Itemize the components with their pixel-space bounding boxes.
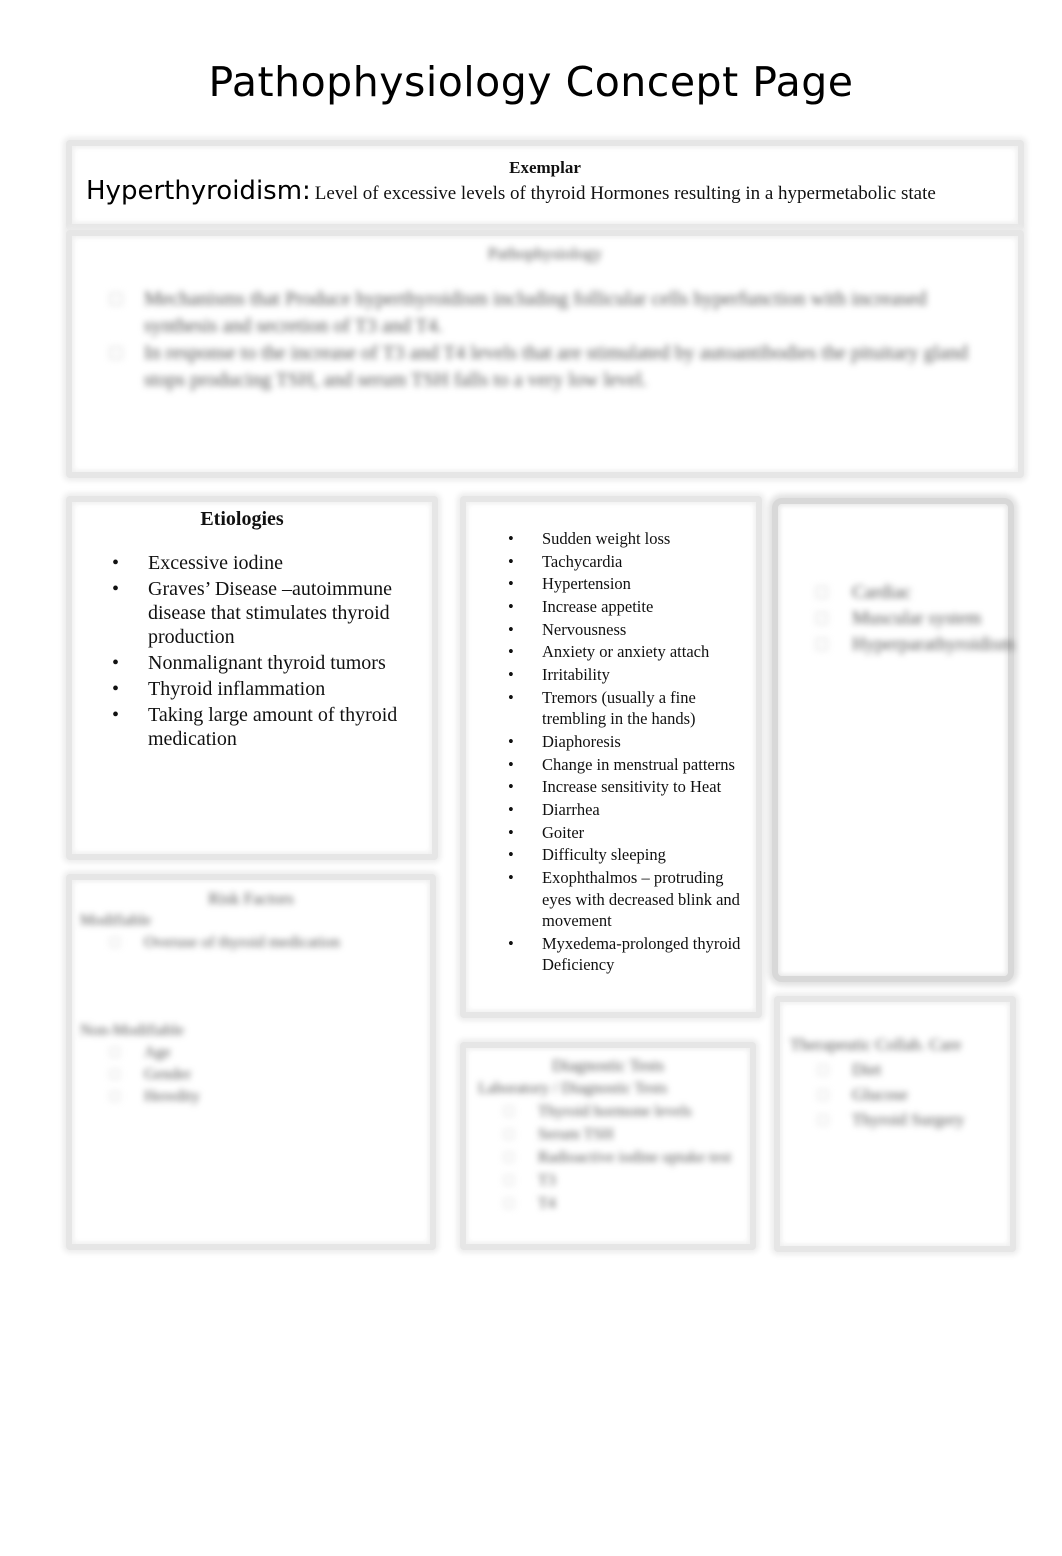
list-item: Hyperparathyroidism	[778, 632, 1015, 658]
list-item: Irritability	[466, 664, 746, 686]
pathophysiology-list: Mechanisms that Produce hyperthyroidism …	[72, 286, 1018, 394]
list-item: Thyroid Surgery	[780, 1107, 1010, 1132]
list-item: Nonmalignant thyroid tumors	[72, 651, 418, 675]
list-item: Sudden weight loss	[466, 528, 746, 550]
list-item: Goiter	[466, 822, 746, 844]
list-item: Diet	[780, 1057, 1010, 1082]
therapeutics-content: Therapeutic Collab. Care Diet Glucose Th…	[780, 1032, 1010, 1132]
complications-box: Cardiac Muscular system Hyperparathyroid…	[772, 498, 1015, 982]
etiologies-box: Etiologies Excessive iodine Graves’ Dise…	[66, 496, 438, 860]
list-item: Thyroid inflammation	[72, 677, 418, 701]
list-item: Cardiac	[778, 580, 1008, 606]
list-item: Tachycardia	[466, 551, 746, 573]
disease-name: Hyperthyroidism:	[86, 176, 311, 206]
risk-factors-content: Risk Factors Modifiable Overuse of thyro…	[72, 888, 430, 1108]
disease-definition: Level of excessive levels of thyroid Hor…	[314, 183, 936, 204]
list-item: In response to the increase of T3 and T4…	[72, 340, 998, 394]
list-item: Increase sensitivity to Heat	[466, 776, 746, 798]
diagnostics-box: Diagnostic Tests Laboratory / Diagnostic…	[460, 1042, 756, 1250]
therapeutics-title: Therapeutic Collab. Care	[790, 1035, 962, 1054]
risk-factors-title: Risk Factors	[208, 889, 294, 908]
therapeutics-box: Therapeutic Collab. Care Diet Glucose Th…	[774, 996, 1016, 1252]
etiologies-title: Etiologies	[200, 508, 284, 530]
list-item: Mechanisms that Produce hyperthyroidism …	[72, 286, 998, 340]
list-item: Overuse of thyroid medication	[72, 932, 430, 954]
signs-symptoms-list: Sudden weight loss Tachycardia Hypertens…	[466, 528, 756, 976]
list-item: Gender	[72, 1064, 430, 1086]
list-item: T3	[466, 1169, 742, 1192]
list-item: Tremors (usually a fine trembling in the…	[466, 687, 746, 730]
list-item: Heredity	[72, 1086, 430, 1108]
diagnostics-list: Thyroid hormone levels Serum TSH Radioac…	[466, 1100, 750, 1215]
list-item: Change in menstrual patterns	[466, 754, 746, 776]
page-title: Pathophysiology Concept Page	[208, 58, 854, 106]
modifiable-list: Overuse of thyroid medication	[72, 932, 430, 954]
list-item: Exophthalmos – protruding eyes with decr…	[466, 867, 746, 932]
signs-symptoms-box: Sudden weight loss Tachycardia Hypertens…	[460, 496, 762, 1018]
list-item: Difficulty sleeping	[466, 844, 746, 866]
diagnostics-subtitle: Laboratory / Diagnostic Tests	[478, 1080, 668, 1097]
list-item: Nervousness	[466, 619, 746, 641]
pathophysiology-box: Pathophysiology Mechanisms that Produce …	[66, 230, 1024, 478]
list-item: Excessive iodine	[72, 551, 418, 575]
therapeutics-list: Diet Glucose Thyroid Surgery	[780, 1057, 1010, 1132]
list-item: Muscular system	[778, 606, 1008, 632]
diagnostics-content: Diagnostic Tests Laboratory / Diagnostic…	[466, 1054, 750, 1215]
list-item: Age	[72, 1042, 430, 1064]
exemplar-label: Exemplar	[509, 158, 581, 177]
complications-list: Cardiac Muscular system Hyperparathyroid…	[778, 580, 1015, 658]
pathophysiology-title: Pathophysiology	[487, 244, 603, 263]
exemplar-line: Hyperthyroidism: Level of excessive leve…	[86, 176, 936, 206]
list-item: Increase appetite	[466, 596, 746, 618]
list-item: Anxiety or anxiety attach	[466, 641, 746, 663]
list-item: Diaphoresis	[466, 731, 746, 753]
list-item: Graves’ Disease –autoimmune disease that…	[72, 577, 418, 649]
nonmodifiable-list: Age Gender Heredity	[72, 1042, 430, 1108]
nonmodifiable-label: Non-Modifiable	[80, 1022, 184, 1039]
exemplar-box: Exemplar Hyperthyroidism: Level of exces…	[66, 140, 1024, 230]
list-item: T4	[466, 1192, 742, 1215]
list-item: Diarrhea	[466, 799, 746, 821]
list-item: Serum TSH	[466, 1123, 742, 1146]
complications-content: Cardiac Muscular system Hyperparathyroid…	[778, 580, 1015, 658]
list-item: Myxedema-prolonged thyroid Deficiency	[466, 933, 746, 976]
list-item: Thyroid hormone levels	[466, 1100, 742, 1123]
list-item: Glucose	[780, 1082, 1010, 1107]
modifiable-label: Modifiable	[80, 912, 152, 929]
list-item: Taking large amount of thyroid medicatio…	[72, 703, 418, 751]
diagnostics-title: Diagnostic Tests	[551, 1056, 665, 1075]
etiologies-list: Excessive iodine Graves’ Disease –autoim…	[72, 551, 432, 751]
list-item: Hypertension	[466, 573, 746, 595]
list-item: Radioactive iodine uptake test	[466, 1146, 742, 1169]
pathophysiology-content: Pathophysiology Mechanisms that Produce …	[72, 244, 1018, 394]
risk-factors-box: Risk Factors Modifiable Overuse of thyro…	[66, 874, 436, 1250]
